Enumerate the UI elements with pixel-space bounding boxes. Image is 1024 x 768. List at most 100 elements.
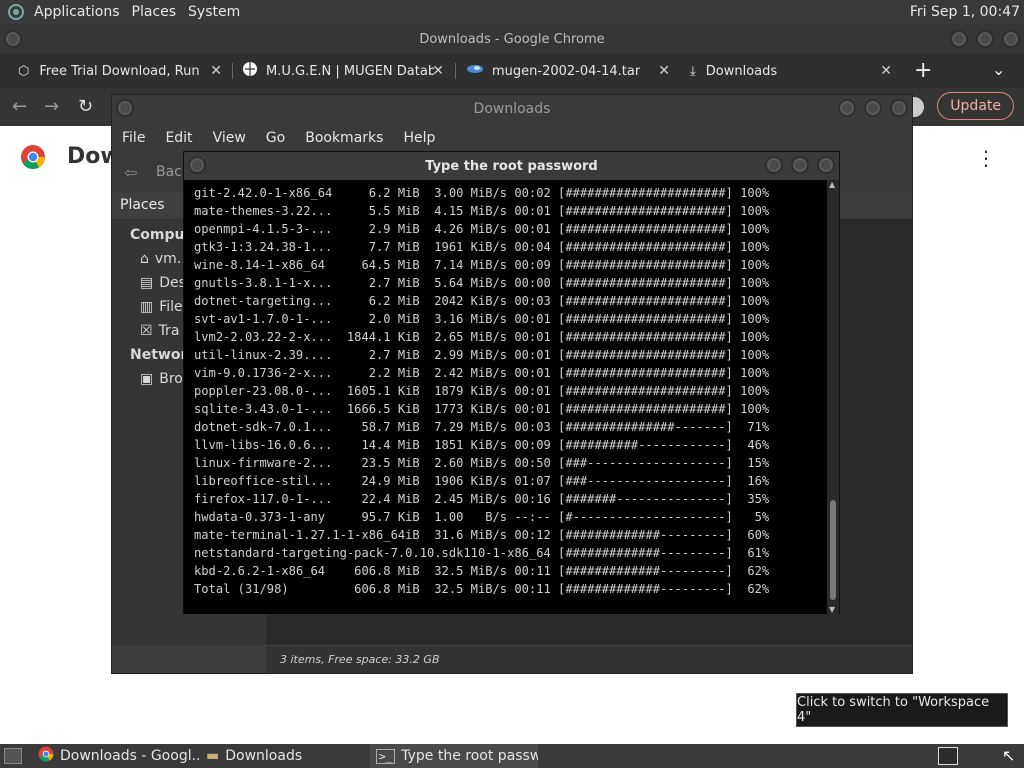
sidebar-item-label: Bro [159, 371, 183, 387]
sidebar-item-label: File [159, 299, 183, 315]
sidebar-item-label: Tra [158, 323, 180, 339]
more-options-icon[interactable]: ⋮ [976, 146, 996, 170]
applications-menu[interactable]: Applications [28, 0, 126, 24]
tab-label: mugen-2002-04-14.tar [492, 63, 641, 79]
places-menu[interactable]: Places [126, 0, 183, 24]
tab-separator [455, 63, 456, 79]
terminal-line: libreoffice-stil... 24.9 MiB 1906 KiB/s … [194, 474, 770, 488]
tab-label: M.U.G.E.N | MUGEN Databa [266, 63, 434, 79]
top-panel: Applications Places System Fri Sep 1, 00… [0, 0, 1024, 24]
window-menu-button[interactable] [4, 30, 22, 48]
new-tab-icon[interactable]: + [914, 58, 932, 83]
minimize-button[interactable] [765, 156, 783, 174]
reload-icon[interactable]: ↻ [78, 96, 93, 117]
tab-separator [232, 63, 233, 79]
root-password-terminal: Type the root password git-2.42.0-1-x86_… [183, 151, 840, 614]
close-icon[interactable]: ✕ [658, 63, 670, 79]
maximize-button[interactable] [976, 30, 994, 48]
scroll-down-icon[interactable]: ▼ [829, 605, 835, 614]
menu-bookmarks[interactable]: Bookmarks [305, 130, 383, 146]
file-manager-titlebar[interactable]: Downloads [112, 95, 912, 123]
sidebar-item-label: Des [159, 275, 186, 291]
bottom-panel: Downloads - Googl... ▬ Downloads >_ Type… [0, 744, 1024, 768]
sidebar-item-desktop[interactable]: ▤ Des [140, 275, 186, 291]
close-icon[interactable]: ✕ [210, 63, 222, 79]
close-icon[interactable]: ✕ [880, 63, 892, 79]
terminal-line: mate-terminal-1.27.1-1-x86_64iB 31.6 MiB… [194, 528, 770, 542]
taskbar-item-label: Type the root passw... [401, 748, 538, 764]
close-icon[interactable]: ✕ [432, 63, 444, 79]
taskbar-item-chrome[interactable]: Downloads - Googl... [32, 744, 200, 768]
tab-mugen-database[interactable]: M.U.G.E.N | MUGEN Databa ✕ [242, 54, 452, 88]
minimize-button[interactable] [838, 99, 856, 117]
window-menu-button[interactable] [116, 99, 134, 117]
terminal-scrollbar[interactable]: ▲ ▼ [827, 180, 839, 614]
terminal-line: firefox-117.0-1-... 22.4 MiB 2.45 MiB/s … [194, 492, 770, 506]
sidebar-item-filesystem[interactable]: ▥ File [140, 299, 183, 315]
workspace-switcher[interactable] [938, 747, 958, 765]
back-arrow-icon[interactable]: ← [12, 96, 27, 117]
terminal-line: dotnet-targeting... 6.2 MiB 2042 KiB/s 0… [194, 294, 770, 308]
scrollbar-thumb[interactable] [830, 500, 836, 600]
terminal-output[interactable]: git-2.42.0-1-x86_64 6.2 MiB 3.00 MiB/s 0… [184, 180, 829, 614]
menu-edit[interactable]: Edit [165, 130, 192, 146]
drive-icon: ▥ [140, 299, 154, 315]
sidebar-item-home[interactable]: ⌂ vm. [140, 251, 181, 267]
system-menu[interactable]: System [182, 0, 246, 24]
tab-label: Downloads [705, 63, 778, 79]
tab-free-trial[interactable]: ⬡ Free Trial Download, Run W ✕ [18, 54, 230, 88]
update-button[interactable]: Update [937, 92, 1014, 120]
sidebar-item-trash[interactable]: ☒ Tra [140, 323, 179, 339]
close-button[interactable] [1002, 30, 1020, 48]
tab-search-chevron-down-icon[interactable]: ⌄ [992, 60, 1005, 79]
trash-icon: ☒ [140, 323, 153, 339]
chrome-logo-icon [20, 144, 46, 174]
download-icon: ⤓ [690, 63, 696, 79]
folder-icon: ▬ [206, 748, 220, 764]
file-manager-title: Downloads [473, 101, 551, 117]
forward-arrow-icon[interactable]: → [44, 96, 59, 117]
home-icon: ⌂ [140, 251, 149, 267]
menu-go[interactable]: Go [266, 130, 285, 146]
terminal-line: gtk3-1:3.24.38-1... 7.7 MiB 1961 KiB/s 0… [194, 240, 770, 254]
scroll-up-icon[interactable]: ▲ [829, 180, 835, 189]
close-button[interactable] [817, 156, 835, 174]
back-arrow-icon[interactable]: ⇦ [124, 163, 137, 182]
minimize-button[interactable] [950, 30, 968, 48]
clock[interactable]: Fri Sep 1, 00:47 [910, 0, 1020, 24]
terminal-icon: >_ [376, 748, 396, 764]
terminal-line: netstandard-targeting-pack-7.0.10.sdk110… [194, 546, 770, 560]
menu-view[interactable]: View [213, 130, 246, 146]
folder-icon: ▤ [140, 275, 154, 291]
tab-label: Free Trial Download, Run W [39, 63, 200, 79]
terminal-title: Type the root password [425, 158, 598, 174]
terminal-line: vim-9.0.1736-2-x... 2.2 MiB 2.42 MiB/s 0… [194, 366, 770, 380]
mouse-pointer-icon: ↖ [1002, 746, 1016, 765]
menu-file[interactable]: File [122, 130, 145, 146]
tab-mugen-tar[interactable]: mugen-2002-04-14.tar ✕ [466, 54, 678, 88]
maximize-button[interactable] [791, 156, 809, 174]
taskbar-item-label: Downloads - Googl... [60, 748, 200, 764]
globe-icon [242, 61, 258, 81]
close-button[interactable] [890, 99, 908, 117]
menu-help[interactable]: Help [403, 130, 435, 146]
sidebar-item-label: vm. [154, 251, 182, 267]
file-manager-menubar: File Edit View Go Bookmarks Help [112, 123, 912, 153]
sidebar-item-browse-network[interactable]: ▣ Bro [140, 371, 183, 387]
file-manager-status: 3 items, Free space: 33.2 GB [266, 645, 912, 673]
window-menu-button[interactable] [188, 156, 206, 174]
terminal-line: Total (31/98) 606.8 MiB 32.5 MiB/s 00:11… [194, 582, 770, 596]
terminal-line: gnutls-3.8.1-1-x... 2.7 MiB 5.64 MiB/s 0… [194, 276, 770, 290]
terminal-line: llvm-libs-16.0.6... 14.4 MiB 1851 KiB/s … [194, 438, 770, 452]
maximize-button[interactable] [864, 99, 882, 117]
taskbar-item-terminal[interactable]: >_ Type the root passw... [370, 744, 538, 768]
chrome-titlebar[interactable]: Downloads - Google Chrome [0, 24, 1024, 54]
terminal-line: git-2.42.0-1-x86_64 6.2 MiB 3.00 MiB/s 0… [194, 186, 770, 200]
show-desktop-icon[interactable] [4, 748, 22, 764]
taskbar-item-file-manager[interactable]: ▬ Downloads [200, 744, 368, 768]
tab-downloads[interactable]: ⤓ Downloads ✕ [690, 54, 900, 88]
terminal-titlebar[interactable]: Type the root password [184, 152, 839, 180]
terminal-line: kbd-2.6.2-1-x86_64 606.8 MiB 32.5 MiB/s … [194, 564, 770, 578]
distro-logo-icon[interactable] [6, 2, 26, 22]
cube-icon: ⬡ [18, 63, 30, 79]
